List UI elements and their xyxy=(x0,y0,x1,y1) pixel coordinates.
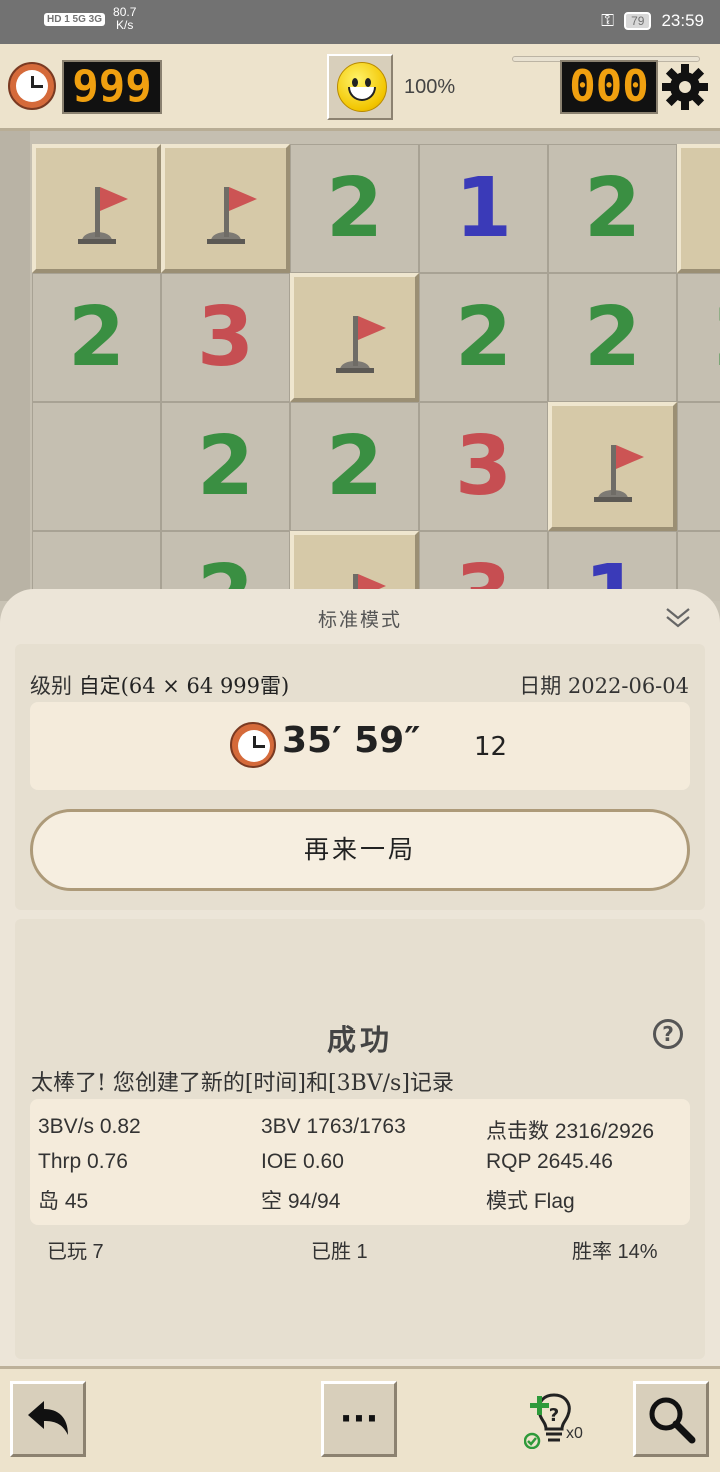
games-won: 已胜 1 xyxy=(311,1241,368,1263)
date-info: 日期 2022-06-04 xyxy=(519,670,689,700)
help-icon[interactable]: ? xyxy=(653,1019,683,1049)
level-label: 级别 xyxy=(30,674,72,698)
key-icon: ⚿ xyxy=(601,11,615,30)
number-cell[interactable]: 3 xyxy=(161,273,290,402)
mine-counter: 999 xyxy=(62,60,162,114)
flag-icon xyxy=(593,444,644,502)
game-summary-card: 级别 自定(64 × 64 999雷) 日期 2022-06-04 35′ 59… xyxy=(15,644,705,910)
flagged-cell[interactable] xyxy=(32,144,161,273)
status-bar: HD 1 5G 3G 80.7 K/s ⚿ 79 23:59 xyxy=(0,0,720,44)
stat-3bv: 3BV 1763/1763 xyxy=(261,1115,406,1138)
smiley-eye-right xyxy=(365,78,371,87)
flagged-cell[interactable] xyxy=(290,273,419,402)
stat-mode: 模式 Flag xyxy=(486,1190,575,1213)
stat-thrp: Thrp 0.76 xyxy=(38,1150,128,1173)
sheet-title: 标准模式 xyxy=(317,609,402,631)
battery-level: 79 xyxy=(624,12,652,30)
empty-cell[interactable] xyxy=(677,402,720,531)
number-cell[interactable]: 2 xyxy=(290,144,419,273)
network-indicators: HD 1 5G 3G 80.7 K/s xyxy=(44,6,136,32)
network-speed-unit: K/s xyxy=(116,18,134,32)
hint-count: x0 xyxy=(566,1425,583,1442)
flag-icon xyxy=(77,186,128,244)
stats-card: 成功 ? 太棒了! 您创建了新的[时间]和[3BV/s]记录 3BV/s 0.8… xyxy=(15,919,705,1359)
time-box: 35′ 59″ 12 xyxy=(30,702,690,790)
number-cell[interactable]: 2 xyxy=(290,402,419,531)
flagged-cell[interactable] xyxy=(161,144,290,273)
win-rate: 胜率 14% xyxy=(572,1241,658,1263)
number-cell[interactable]: 2 xyxy=(161,402,290,531)
network-speed-value: 80.7 xyxy=(113,5,137,19)
number-cell[interactable]: 3 xyxy=(419,402,548,531)
clock-icon xyxy=(230,722,276,768)
result-sheet: 标准模式 级别 自定(64 × 64 999雷) 日期 2022-06-04 3… xyxy=(0,589,720,1369)
stat-ioe: IOE 0.60 xyxy=(261,1150,344,1173)
covered-cell[interactable] xyxy=(677,144,720,273)
level-info: 级别 自定(64 × 64 999雷) xyxy=(30,670,289,700)
clock-time: 23:59 xyxy=(661,11,704,30)
number-cell[interactable]: 1 xyxy=(419,144,548,273)
bottom-toolbar: ··· ? x0 xyxy=(0,1366,720,1472)
chevron-down-icon[interactable] xyxy=(664,603,692,631)
elapsed-time-fraction: 12 xyxy=(474,732,508,762)
number-cell[interactable]: 2 xyxy=(677,273,720,402)
number-cell[interactable]: 2 xyxy=(548,273,677,402)
play-again-button[interactable]: 再来一局 xyxy=(30,809,690,891)
games-played: 已玩 7 xyxy=(47,1241,104,1263)
magnifier-icon xyxy=(649,1397,696,1444)
search-button[interactable] xyxy=(633,1381,709,1457)
stat-clicks: 点击数 2316/2926 xyxy=(486,1120,655,1143)
number-cell[interactable]: 2 xyxy=(548,144,677,273)
date-value: 2022-06-04 xyxy=(567,674,689,698)
status-right: ⚿ 79 23:59 xyxy=(601,11,704,31)
undo-arrow-icon xyxy=(28,1401,68,1435)
number-cell[interactable]: 2 xyxy=(419,273,548,402)
board-edge xyxy=(0,131,30,601)
stat-islands: 岛 45 xyxy=(38,1190,89,1213)
flag-icon xyxy=(206,186,257,244)
stat-rqp: RQP 2645.46 xyxy=(486,1150,613,1173)
more-button[interactable]: ··· xyxy=(321,1381,397,1457)
smiley-face-icon xyxy=(337,62,387,112)
undo-button[interactable] xyxy=(10,1381,86,1457)
date-label: 日期 xyxy=(519,674,562,698)
gear-icon[interactable] xyxy=(660,62,710,112)
elapsed-time: 35′ 59″ xyxy=(282,720,421,761)
network-speed: 80.7 K/s xyxy=(113,6,136,32)
minefield[interactable]: 21223222223231 xyxy=(0,131,720,601)
record-message: 太棒了! 您创建了新的[时间]和[3BV/s]记录 xyxy=(31,1071,454,1096)
flagged-cell[interactable] xyxy=(548,402,677,531)
clock-icon xyxy=(8,62,56,110)
flag-icon xyxy=(335,315,386,373)
smiley-button[interactable] xyxy=(327,54,393,120)
game-header: 999 100% 000 xyxy=(0,44,720,131)
result-status: 成功 xyxy=(326,1023,393,1057)
smiley-eye-left xyxy=(352,78,358,87)
stat-openings: 空 94/94 xyxy=(261,1190,341,1213)
timer-counter: 000 xyxy=(560,60,658,114)
network-label: HD 1 5G 3G xyxy=(44,12,106,26)
stat-3bvs: 3BV/s 0.82 xyxy=(38,1115,141,1138)
zoom-level: 100% xyxy=(404,76,456,98)
level-value: 自定(64 × 64 999雷) xyxy=(78,674,290,698)
svg-text:?: ? xyxy=(549,1405,559,1426)
empty-cell[interactable] xyxy=(32,402,161,531)
stats-table: 3BV/s 0.82 3BV 1763/1763 点击数 2316/2926 T… xyxy=(30,1099,690,1225)
number-cell[interactable]: 2 xyxy=(32,273,161,402)
smiley-mouth xyxy=(348,87,376,101)
